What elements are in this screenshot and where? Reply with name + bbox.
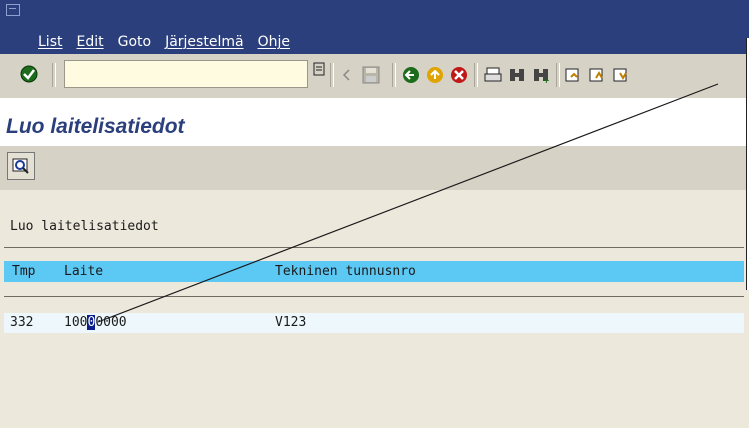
annotation-pointer	[97, 83, 719, 323]
